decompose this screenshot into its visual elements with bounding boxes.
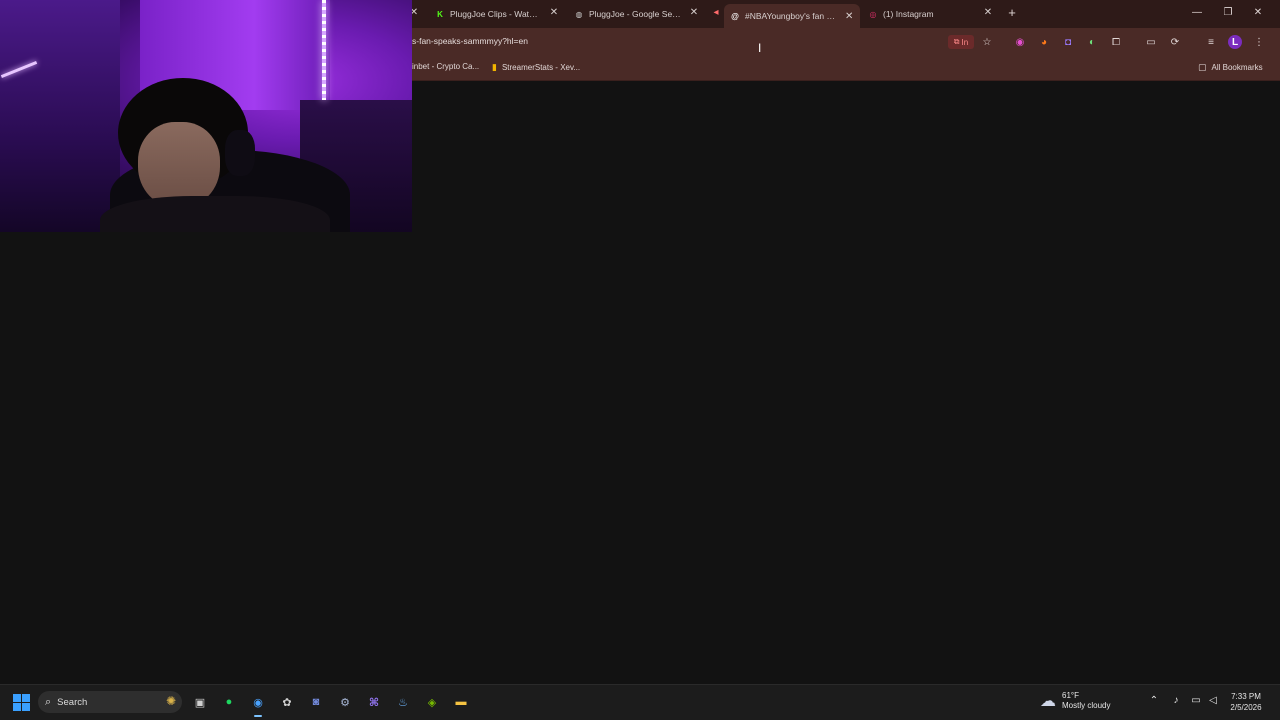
screen: ✕ K PluggJoe Clips - Watch Li ✕ ◍ PluggJ… [0, 0, 1280, 720]
streamer-body [100, 196, 330, 232]
audio-indicator-icon: ◂ [713, 7, 719, 18]
steam-icon[interactable]: ♨ [393, 692, 413, 712]
install-label: In [961, 37, 969, 47]
weather-condition: Mostly cloudy [1062, 701, 1111, 710]
extension-shield-icon[interactable]: ◉ [1013, 35, 1027, 49]
tab-close-button[interactable]: ✕ [548, 6, 560, 20]
led-lights [322, 0, 326, 100]
cast-icon[interactable]: ▭ [1144, 35, 1158, 49]
weather-temp: 61°F [1062, 691, 1079, 700]
folder-icon: ▢ [1198, 62, 1207, 72]
chevron-up-icon[interactable]: ⌃ [1147, 695, 1161, 706]
install-app-button[interactable]: ⧉ In [948, 35, 974, 49]
volume-icon[interactable]: ◁ [1206, 695, 1220, 706]
instagram-icon: ◎ [869, 9, 877, 19]
microphone-icon[interactable]: ♪ [1169, 695, 1183, 706]
media-controls-icon[interactable]: ≡ [1204, 35, 1218, 49]
bookmark-item[interactable]: ▮ StreamerStats - Xev... [492, 62, 580, 73]
extension-fire-icon[interactable]: ◕ [1037, 35, 1051, 49]
taskbar-search-label: Search [57, 696, 88, 708]
all-bookmarks-button[interactable]: ▢ All Bookmarks [1198, 62, 1263, 73]
game-controller-icon[interactable]: ⌘ [364, 692, 384, 712]
windows-logo-icon [13, 703, 21, 711]
bookmark-label: inbet - Crypto Ca... [412, 62, 480, 71]
bookmark-item[interactable]: inbet - Crypto Ca... [412, 62, 479, 71]
new-tab-button[interactable]: + [1005, 6, 1019, 20]
settings-gear-icon[interactable]: ⚙ [335, 692, 355, 712]
minimize-button[interactable]: — [1190, 6, 1204, 20]
webcam-overlay [0, 0, 412, 232]
webcam-background [0, 0, 120, 232]
cloudy-weather-icon: ☁ [1040, 693, 1056, 710]
search-highlight-icon: ✺ [165, 694, 176, 708]
screenshot-icon[interactable]: ⟳ [1168, 35, 1182, 49]
tab-title: #NBAYoungboy's fan spea [745, 11, 837, 21]
windows-logo-icon [13, 694, 21, 702]
all-bookmarks-label: All Bookmarks [1211, 63, 1263, 72]
tab-title: PluggJoe Clips - Watch Li [450, 9, 541, 19]
headset-icon [225, 130, 255, 176]
clock-date: 2/5/2026 [1230, 703, 1262, 712]
windows-logo-icon [22, 703, 30, 711]
chatgpt-icon[interactable]: ✿ [277, 692, 297, 712]
text-cursor-icon: I [758, 41, 762, 55]
tab-title: PluggJoe - Google Search [589, 9, 684, 19]
nvidia-icon[interactable]: ◈ [422, 692, 442, 712]
start-button[interactable] [13, 694, 30, 711]
extension-twitch-icon[interactable]: ◘ [1061, 35, 1075, 49]
clock-time: 7:33 PM [1231, 692, 1261, 701]
tab-google-search[interactable]: ◍ PluggJoe - Google Search [574, 4, 685, 24]
task-view-icon[interactable]: ▣ [190, 692, 210, 712]
weather-widget[interactable]: ☁ 61°F Mostly cloudy [1040, 691, 1110, 711]
maximize-button[interactable]: ❐ [1221, 6, 1235, 20]
spotify-icon[interactable]: ● [219, 692, 239, 712]
kick-icon: K [437, 9, 443, 19]
windows-logo-icon [22, 694, 30, 702]
tab-instagram[interactable]: ◎ (1) Instagram [868, 4, 978, 24]
tab-title: (1) Instagram [883, 9, 934, 19]
close-window-button[interactable]: ✕ [1251, 6, 1265, 20]
address-bar-url[interactable]: s-fan-speaks-sammmyy?hl=en [412, 36, 528, 46]
search-icon: ⌕ [45, 695, 52, 708]
bookmark-label: StreamerStats - Xev... [501, 63, 581, 72]
tab-threads-active[interactable]: @ #NBAYoungboy's fan spea ✕ [724, 4, 860, 28]
threads-icon: @ [731, 11, 739, 21]
bookmark-star-icon[interactable]: ☆ [980, 35, 994, 49]
tab-close-button[interactable]: ✕ [688, 6, 700, 20]
install-icon: ⧉ [953, 37, 960, 46]
taskbar-search[interactable]: ⌕ Search ✺ [38, 691, 182, 713]
chrome-icon[interactable]: ◉ [248, 692, 268, 717]
globe-icon: ◍ [575, 9, 583, 19]
extension-grammar-icon[interactable]: ◐ [1085, 35, 1099, 49]
extensions-puzzle-icon[interactable]: ⧠ [1109, 35, 1123, 49]
tab-close-button[interactable]: ✕ [982, 6, 994, 20]
bar-chart-icon: ▮ [492, 62, 497, 72]
discord-icon[interactable]: ◙ [306, 692, 326, 712]
tab-kick-clips[interactable]: K PluggJoe Clips - Watch Li [435, 4, 541, 24]
file-explorer-icon[interactable]: ▬ [451, 692, 471, 712]
profile-avatar[interactable]: L [1228, 35, 1242, 49]
network-icon[interactable]: ▭ [1189, 695, 1203, 706]
tab-close-button[interactable]: ✕ [845, 11, 853, 22]
more-menu-icon[interactable]: ⋮ [1252, 35, 1266, 49]
windows-taskbar: ⌕ Search ✺ ▣ ● ◉ ✿ ◙ ⚙ ⌘ ♨ ◈ ▬ ☁ 61°F Mo… [0, 684, 1280, 720]
system-clock[interactable]: 7:33 PM 2/5/2026 [1222, 691, 1270, 713]
